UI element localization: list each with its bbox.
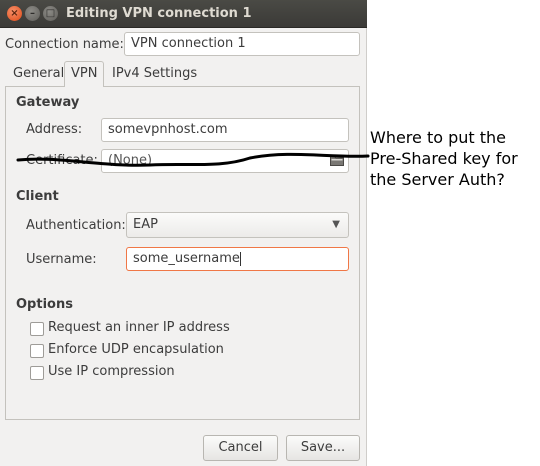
tab-vpn[interactable]: VPN — [64, 61, 105, 87]
annotation-text: Where to put the Pre-Shared key for the … — [370, 128, 518, 189]
